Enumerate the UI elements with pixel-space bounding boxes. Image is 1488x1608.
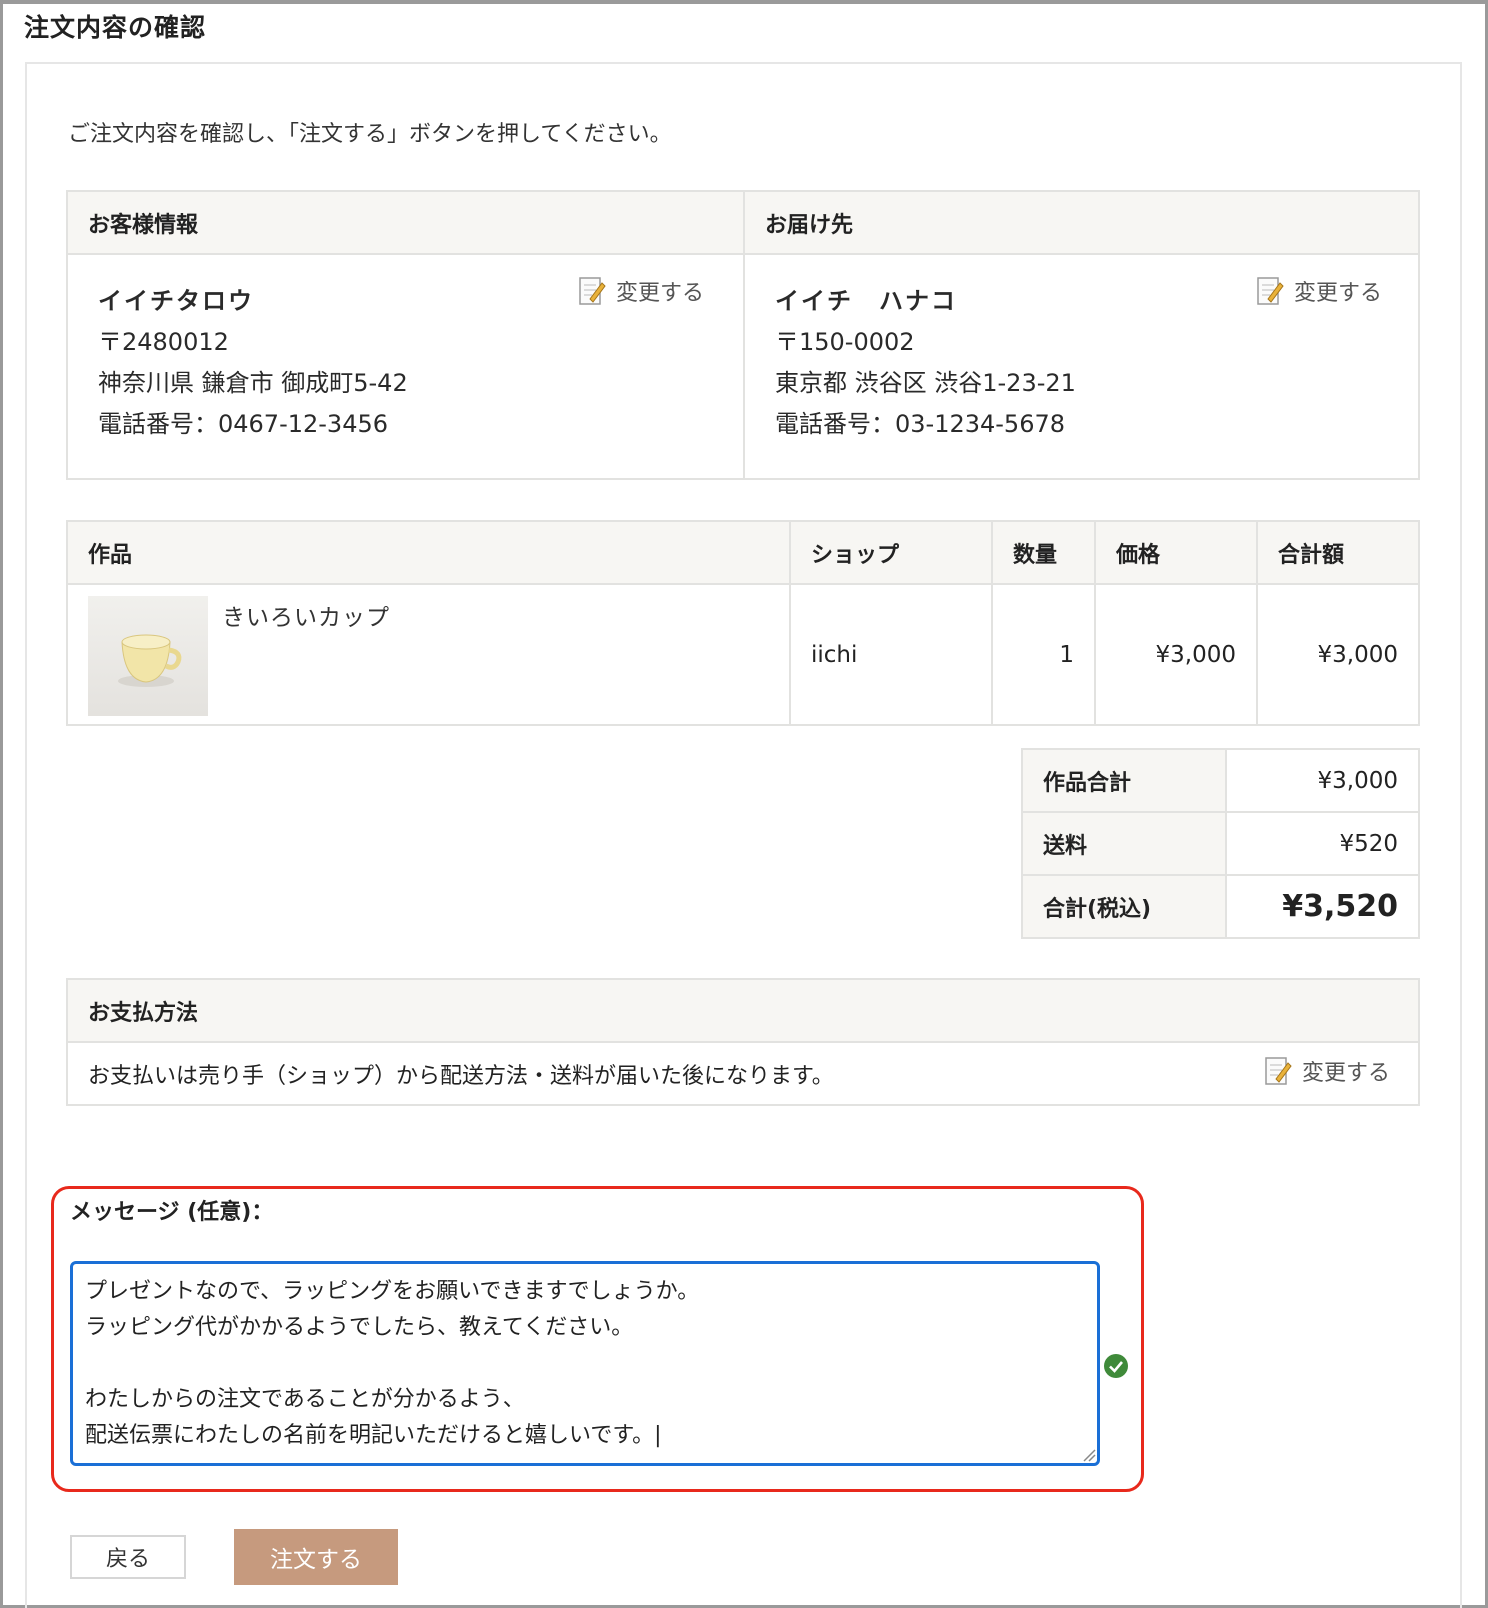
shipping-fee-value: ¥520: [1225, 811, 1420, 876]
message-label: メッセージ (任意)：: [70, 1200, 274, 1225]
change-label: 変更する: [1302, 1061, 1391, 1086]
message-textarea[interactable]: プレゼントなので、ラッピングをお願いできますでしょうか。 ラッピング代がかかるよ…: [70, 1261, 1100, 1466]
address-table: お客様情報 お届け先 イイチタロウ 〒2480012 神奈川県 鎌倉市 御成町5…: [66, 190, 1420, 480]
customer-change-link[interactable]: 変更する: [578, 275, 704, 307]
order-button[interactable]: 注文する: [234, 1529, 398, 1585]
shipping-fee-label: 送料: [1021, 811, 1227, 876]
payment-table: お支払方法 お支払いは売り手（ショップ）から配送方法・送料が届いた後になります。…: [66, 978, 1420, 1106]
edit-icon: [1257, 277, 1284, 305]
grand-total-value: ¥3,520: [1225, 874, 1420, 939]
shop-column-header: ショップ: [789, 520, 993, 585]
subtotal-column-header: 合計額: [1256, 520, 1420, 585]
customer-phone: 電話番号：0467-12-3456: [98, 410, 389, 438]
items-total-value: ¥3,000: [1225, 748, 1420, 813]
customer-address-line: 神奈川県 鎌倉市 御成町5-42: [98, 369, 408, 397]
payment-change-link[interactable]: 変更する: [1264, 1055, 1390, 1087]
qty-column-header: 数量: [991, 520, 1096, 585]
shipping-phone: 電話番号：03-1234-5678: [775, 410, 1066, 438]
back-button[interactable]: 戻る: [70, 1535, 186, 1579]
customer-address: イイチタロウ 〒2480012 神奈川県 鎌倉市 御成町5-42 電話番号：04…: [98, 281, 408, 445]
qty-cell: 1: [991, 583, 1096, 726]
customer-header: お客様情報: [66, 190, 745, 255]
payment-header: お支払方法: [66, 978, 1420, 1043]
change-label: 変更する: [616, 281, 705, 306]
payment-cell: お支払いは売り手（ショップ）から配送方法・送料が届いた後になります。 変更する: [66, 1041, 1420, 1106]
product-column-header: 作品: [66, 520, 791, 585]
edit-icon: [579, 277, 606, 305]
subtotal-cell: ¥3,000: [1256, 583, 1420, 726]
price-column-header: 価格: [1094, 520, 1258, 585]
product-name-link[interactable]: きいろいカップ: [222, 598, 390, 632]
resize-grip-icon[interactable]: [1082, 1448, 1096, 1462]
totals-table: 作品合計 ¥3,000 送料 ¥520 合計(税込) ¥3,520: [1021, 748, 1420, 939]
shipping-address: イイチ ハナコ 〒150-0002 東京都 渋谷区 渋谷1-23-21 電話番号…: [775, 281, 1076, 445]
intro-text: ご注文内容を確認し、「注文する」ボタンを押してください。: [68, 122, 672, 147]
shipping-header: お届け先: [743, 190, 1420, 255]
shop-cell: iichi: [789, 583, 993, 726]
customer-cell: イイチタロウ 〒2480012 神奈川県 鎌倉市 御成町5-42 電話番号：04…: [66, 253, 745, 480]
payment-text: お支払いは売り手（ショップ）から配送方法・送料が届いた後になります。: [88, 1063, 834, 1089]
shipping-name: イイチ ハナコ: [775, 287, 957, 315]
items-total-label: 作品合計: [1021, 748, 1227, 813]
shipping-change-link[interactable]: 変更する: [1256, 275, 1382, 307]
shipping-postal: 〒150-0002: [775, 328, 915, 356]
customer-postal: 〒2480012: [98, 328, 229, 356]
customer-name: イイチタロウ: [98, 287, 254, 315]
shipping-cell: イイチ ハナコ 〒150-0002 東京都 渋谷区 渋谷1-23-21 電話番号…: [743, 253, 1420, 480]
valid-check-icon: [1104, 1354, 1128, 1378]
change-label: 変更する: [1294, 281, 1383, 306]
page-title: 注文内容の確認: [24, 13, 207, 42]
grand-total-label: 合計(税込): [1021, 874, 1227, 939]
price-cell: ¥3,000: [1094, 583, 1258, 726]
shipping-address-line: 東京都 渋谷区 渋谷1-23-21: [775, 369, 1076, 397]
product-thumbnail[interactable]: [88, 596, 208, 716]
cup-image: [118, 634, 182, 687]
edit-icon: [1265, 1057, 1292, 1085]
